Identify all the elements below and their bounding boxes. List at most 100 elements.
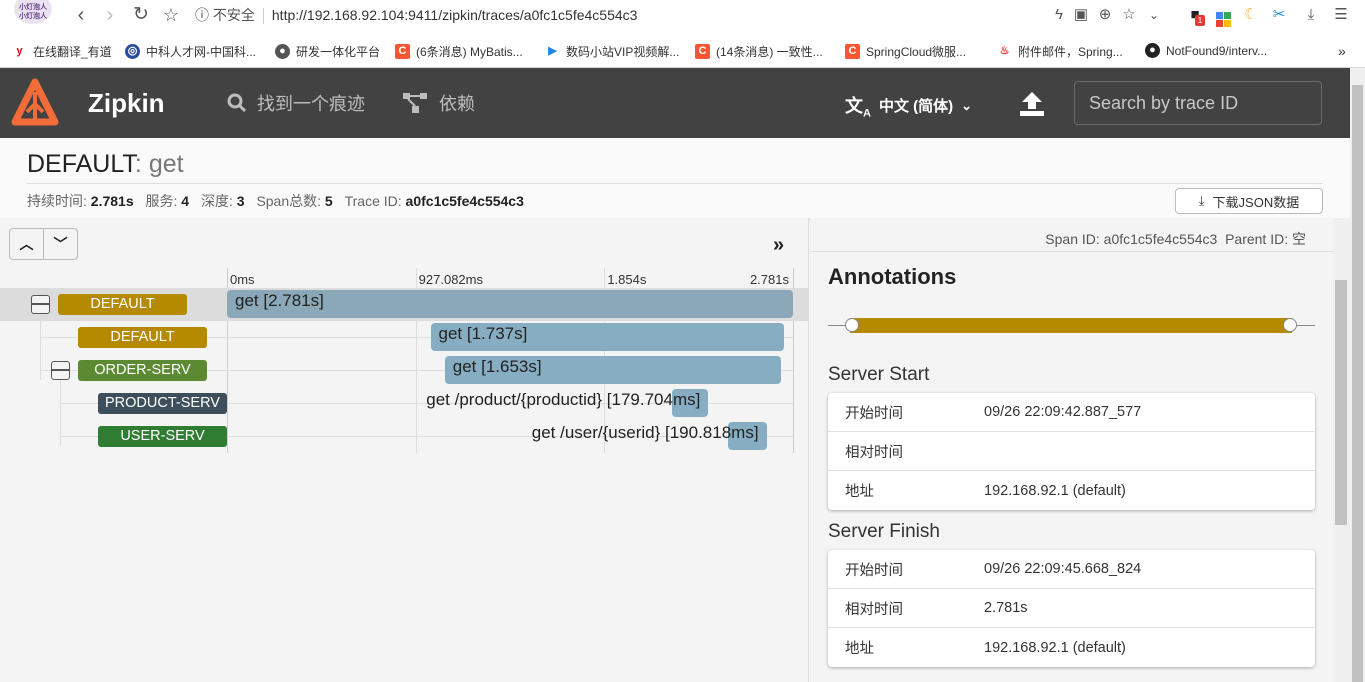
more-bookmarks-button[interactable]: »	[1338, 43, 1346, 59]
security-label: 不安全	[212, 7, 255, 23]
annotation-row: 地址 192.168.92.1 (default)	[828, 628, 1315, 667]
qr-icon[interactable]: ▣	[1072, 6, 1090, 24]
bookmark-item[interactable]: C (14条消息) 一致性...	[695, 43, 823, 60]
browser-toolbar: 小灯泡人 小灯泡人 ‹ › ↻ ☆ ⓘ 不安全 http://192.168.92.…	[0, 0, 1365, 32]
download-json-button[interactable]: ⤓ 下载JSON数据	[1175, 188, 1323, 214]
address-bar[interactable]: ⓘ 不安全 http://192.168.92.104:9411/zipkin/t…	[195, 5, 637, 25]
span-row[interactable]: PRODUCT-SERV get /product/{productid} [17…	[0, 387, 809, 420]
row-value: 09/26 22:09:42.887_577	[984, 404, 1142, 420]
meta-traceid-label: Trace ID:	[344, 193, 402, 209]
annotation-row: 开始时间 09/26 22:09:45.668_824	[828, 550, 1315, 589]
next-span-button[interactable]: ﹀	[44, 229, 77, 259]
span-label: get [1.653s]	[452, 357, 542, 376]
collapse-toggle-icon[interactable]	[51, 361, 70, 380]
row-value: 09/26 22:09:45.668_824	[984, 561, 1142, 577]
bookmark-label: (14条消息) 一致性...	[716, 45, 823, 59]
profile-avatar[interactable]: 小灯泡人 小灯泡人	[14, 0, 52, 24]
parent-id-label: Parent ID:	[1225, 231, 1289, 247]
apps-icon[interactable]	[1214, 6, 1232, 27]
bookmark-label: NotFound9/interv...	[1166, 43, 1268, 58]
expand-detail-button[interactable]: »	[773, 234, 784, 257]
span-row[interactable]: ORDER-SERV get [1.653s]	[0, 354, 809, 387]
chevron-down-icon: ⌄	[961, 97, 973, 113]
url-text[interactable]: http://192.168.92.104:9411/zipkin/traces…	[272, 7, 638, 23]
timeline-panel: ︿ ﹀ » 0ms 927.082ms 1.854s 2.781s DEFAULT get…	[0, 218, 809, 682]
scissors-icon[interactable]: ✂	[1270, 6, 1288, 24]
bookmark-item[interactable]: ◎ 中科人才网-中国科...	[125, 43, 256, 60]
download-icon: ⤓	[1198, 193, 1205, 208]
span-row[interactable]: DEFAULT get [1.737s]	[0, 321, 809, 354]
span-row[interactable]: USER-SERV get /user/{userid} [190.818ms]	[0, 420, 809, 453]
meta-spans-value: 5	[324, 193, 333, 209]
divider	[27, 183, 1323, 184]
video-icon: ▶	[548, 45, 557, 57]
bookmark-item[interactable]: ♨ 附件邮件，Spring...	[997, 43, 1123, 60]
annotation-marker-server-finish[interactable]	[1283, 318, 1297, 332]
row-value: 192.168.92.1 (default)	[984, 639, 1126, 656]
span-label: get /product/{productid} [179.704ms]	[426, 390, 701, 409]
parent-id-value: 空	[1292, 231, 1306, 247]
bookmark-label: 研发一体化平台	[296, 45, 381, 59]
service-badge: DEFAULT	[78, 327, 207, 348]
extension-icon[interactable]: ■1	[1186, 6, 1205, 26]
chevron-down-icon[interactable]: ⌄	[1145, 6, 1163, 24]
menu-icon[interactable]: ☰	[1332, 6, 1350, 24]
previous-span-button[interactable]: ︿	[10, 229, 44, 259]
bookmark-item[interactable]: ▶ 数码小站VIP视频解...	[545, 43, 679, 60]
flame-icon: ♨	[999, 45, 1010, 57]
trace-root-operation: get	[148, 150, 184, 178]
night-mode-icon[interactable]: ☾	[1242, 6, 1260, 24]
youdao-icon: y	[16, 45, 23, 57]
nav-find-trace[interactable]: 找到一个痕迹	[227, 90, 365, 116]
span-row[interactable]: DEFAULT get [2.781s]	[0, 288, 809, 321]
meta-spans-label: Span总数:	[256, 193, 322, 209]
row-key: 相对时间	[845, 444, 903, 461]
server-finish-card: 开始时间 09/26 22:09:45.668_824 相对时间 2.781s 地址…	[828, 550, 1315, 667]
bookmark-item[interactable]: C (6条消息) MyBatis...	[395, 43, 523, 60]
bookmark-label: 附件邮件，Spring...	[1018, 45, 1123, 59]
trace-separator: :	[134, 150, 149, 178]
lightning-icon[interactable]: ϟ	[1050, 6, 1068, 24]
meta-depth-label: 深度:	[200, 193, 233, 209]
meta-depth-value: 3	[236, 193, 245, 209]
span-ids: Span ID: a0fc1c5fe4c554c3 Parent ID: 空	[1045, 229, 1306, 249]
timeline-tick-label: 0ms	[230, 272, 255, 287]
brand-name[interactable]: Zipkin	[88, 88, 165, 119]
forward-icon[interactable]: ›	[99, 4, 121, 26]
upload-icon[interactable]	[1018, 90, 1046, 118]
nav-dependencies[interactable]: 依赖	[403, 90, 475, 116]
bookmark-item[interactable]: ● 研发一体化平台	[275, 43, 380, 60]
language-selector[interactable]: 文A 中文 (简体) ⌄	[845, 92, 972, 120]
dependency-icon	[403, 93, 427, 113]
download-icon[interactable]: ⤓	[1302, 6, 1320, 24]
zipkin-logo-icon[interactable]	[10, 78, 60, 128]
trace-summary: DEFAULT: get 持续时间: 2.781s 服务: 4 深度: 3 Sp…	[0, 138, 1350, 218]
csdn-icon: C	[395, 44, 410, 59]
row-key: 开始时间	[845, 405, 903, 422]
trace-id-search-input[interactable]	[1074, 81, 1322, 125]
detail-scrollbar-thumb[interactable]	[1335, 280, 1347, 525]
annotation-row: 地址 192.168.92.1 (default)	[828, 471, 1315, 510]
info-icon[interactable]: ⓘ	[195, 7, 209, 23]
language-label: 中文 (简体)	[878, 98, 954, 116]
reload-icon[interactable]: ↻	[130, 4, 152, 26]
bookmark-item[interactable]: C SpringCloud微服...	[845, 43, 966, 60]
span-detail-panel: Span ID: a0fc1c5fe4c554c3 Parent ID: 空 A…	[810, 218, 1333, 682]
trace-title: DEFAULT: get	[27, 150, 184, 179]
meta-duration-value: 2.781s	[90, 193, 134, 209]
server-finish-title: Server Finish	[828, 521, 940, 542]
bookmark-item[interactable]: ● NotFound9/interv...	[1145, 43, 1267, 58]
chevron-up-icon: ︿	[19, 236, 34, 252]
back-icon[interactable]: ‹	[70, 4, 92, 26]
timeline-tick-label: 2.781s	[749, 272, 789, 287]
zoom-icon[interactable]: ⊕	[1096, 6, 1114, 24]
collapse-toggle-icon[interactable]	[31, 295, 50, 314]
service-badge: DEFAULT	[58, 294, 187, 315]
service-badge: ORDER-SERV	[78, 360, 207, 381]
favorite-icon[interactable]: ☆	[1120, 6, 1138, 24]
bookmark-item[interactable]: y 在线翻译_有道	[12, 43, 111, 60]
page-scrollbar-thumb[interactable]	[1352, 85, 1363, 682]
annotation-marker-server-start[interactable]	[845, 318, 859, 332]
bookmark-star-icon[interactable]: ☆	[160, 4, 182, 26]
service-badge: USER-SERV	[98, 426, 227, 447]
